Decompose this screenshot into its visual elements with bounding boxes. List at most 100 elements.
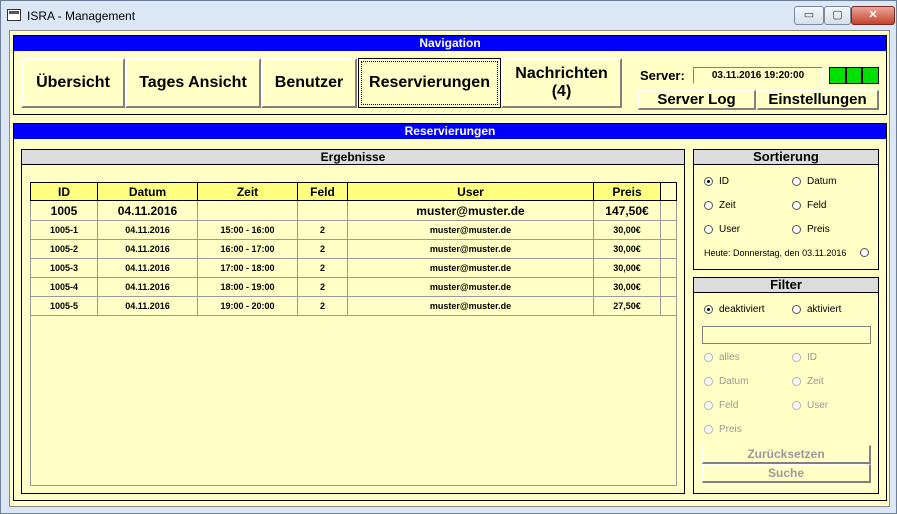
cell-zeit: 17:00 - 18:00	[197, 258, 298, 278]
table-row[interactable]: 1005-5 04.11.2016 19:00 - 20:00 2 muster…	[30, 296, 677, 316]
cell-preis: 27,50€	[593, 296, 661, 316]
server-label: Server:	[640, 68, 685, 83]
radio-icon	[704, 377, 713, 386]
nav-button-benutzer[interactable]: Benutzer	[261, 58, 357, 108]
sort-radio-id[interactable]: ID	[704, 176, 729, 187]
column-header-user[interactable]: User	[347, 182, 594, 201]
sort-label-zeit: Zeit	[719, 200, 736, 211]
cell-feld: 2	[297, 258, 348, 278]
column-header-preis[interactable]: Preis	[593, 182, 661, 201]
filter-field-label-id: ID	[807, 352, 817, 363]
results-panel: Ergebnisse ID Datum Zeit Feld User Preis…	[21, 149, 685, 494]
reset-button[interactable]: Zurücksetzen	[702, 445, 871, 464]
status-light-1	[829, 67, 846, 84]
cell-preis: 30,00€	[593, 277, 661, 297]
sort-radio-zeit[interactable]: Zeit	[704, 200, 736, 211]
results-header: Ergebnisse	[22, 150, 684, 165]
cell-zeit: 15:00 - 16:00	[197, 220, 298, 240]
filter-field-alles[interactable]: alles	[704, 352, 740, 363]
today-radio[interactable]	[860, 248, 875, 257]
radio-icon	[704, 353, 713, 362]
radio-icon	[704, 425, 713, 434]
sort-label-user: User	[719, 224, 741, 235]
cell-id: 1005-3	[30, 258, 98, 278]
filter-field-id[interactable]: ID	[792, 352, 817, 363]
sort-radio-datum[interactable]: Datum	[792, 176, 836, 187]
settings-button[interactable]: Einstellungen	[757, 90, 879, 110]
filter-field-label-zeit: Zeit	[807, 376, 824, 387]
cell-user: muster@muster.de	[347, 296, 594, 316]
radio-icon	[704, 225, 713, 234]
cell-zeit: 16:00 - 17:00	[197, 239, 298, 259]
minimize-button[interactable]: ▭	[794, 6, 824, 25]
nav-button-uebersicht[interactable]: Übersicht	[21, 58, 125, 108]
sort-radio-preis[interactable]: Preis	[792, 224, 830, 235]
cell-spacer	[660, 277, 677, 297]
sorting-panel: Sortierung ID Datum Zeit Feld User Preis…	[693, 149, 879, 270]
search-button[interactable]: Suche	[702, 464, 871, 483]
filter-radio-deaktiviert[interactable]: deaktiviert	[704, 304, 765, 315]
cell-id: 1005	[30, 200, 98, 221]
maximize-button[interactable]: ▢	[824, 6, 851, 25]
close-button[interactable]: ✕	[851, 6, 895, 25]
cell-datum: 04.11.2016	[97, 296, 198, 316]
sort-label-preis: Preis	[807, 224, 830, 235]
sorting-header: Sortierung	[694, 150, 878, 165]
cell-datum: 04.11.2016	[97, 239, 198, 259]
cell-id: 1005-5	[30, 296, 98, 316]
filter-field-label-feld: Feld	[719, 400, 739, 411]
table-header-row: ID Datum Zeit Feld User Preis	[30, 182, 677, 201]
filter-field-datum[interactable]: Datum	[704, 376, 748, 387]
radio-selected-icon	[704, 177, 713, 186]
cell-feld: 2	[297, 220, 348, 240]
table-row-main[interactable]: 1005 04.11.2016 muster@muster.de 147,50€	[30, 200, 677, 221]
cell-spacer	[660, 239, 677, 259]
column-header-zeit[interactable]: Zeit	[197, 182, 298, 201]
title-bar[interactable]: ISRA - Management ▭ ▢ ✕	[1, 1, 896, 31]
server-log-button[interactable]: Server Log	[638, 90, 756, 110]
table-row[interactable]: 1005-3 04.11.2016 17:00 - 18:00 2 muster…	[30, 258, 677, 278]
radio-icon	[704, 401, 713, 410]
filter-field-preis[interactable]: Preis	[704, 424, 742, 435]
filter-panel: Filter deaktiviert aktiviert alles ID Da…	[693, 277, 879, 494]
filter-field-user[interactable]: User	[792, 400, 828, 411]
radio-icon	[792, 305, 801, 314]
column-header-feld[interactable]: Feld	[297, 182, 348, 201]
filter-field-label-datum: Datum	[719, 376, 749, 387]
results-list-frame[interactable]	[30, 314, 677, 486]
server-status-indicator	[829, 67, 880, 84]
nav-button-tages-ansicht[interactable]: Tages Ansicht	[125, 58, 261, 108]
cell-datum: 04.11.2016	[97, 220, 198, 240]
server-time-field: 03.11.2016 19:20:00	[693, 67, 823, 84]
table-row[interactable]: 1005-2 04.11.2016 16:00 - 17:00 2 muster…	[30, 239, 677, 259]
table-row[interactable]: 1005-1 04.11.2016 15:00 - 16:00 2 muster…	[30, 220, 677, 240]
cell-spacer	[660, 296, 677, 316]
window-title: ISRA - Management	[27, 9, 136, 23]
nav-button-nachrichten[interactable]: Nachrichten (4)	[501, 58, 622, 108]
sort-radio-user[interactable]: User	[704, 224, 740, 235]
filter-field-zeit[interactable]: Zeit	[792, 376, 824, 387]
radio-icon	[792, 377, 801, 386]
cell-spacer	[660, 220, 677, 240]
radio-icon	[792, 353, 801, 362]
nav-button-reservierungen[interactable]: Reservierungen	[358, 58, 501, 108]
table-row[interactable]: 1005-4 04.11.2016 18:00 - 19:00 2 muster…	[30, 277, 677, 297]
cell-id: 1005-2	[30, 239, 98, 259]
cell-user: muster@muster.de	[347, 277, 594, 297]
cell-zeit: 18:00 - 19:00	[197, 277, 298, 297]
column-header-datum[interactable]: Datum	[97, 182, 198, 201]
cell-feld: 2	[297, 277, 348, 297]
cell-datum: 04.11.2016	[97, 200, 198, 221]
filter-field-feld[interactable]: Feld	[704, 400, 738, 411]
cell-preis: 30,00€	[593, 239, 661, 259]
cell-user: muster@muster.de	[347, 200, 594, 221]
filter-label-aktiviert: aktiviert	[807, 304, 842, 315]
filter-input[interactable]	[702, 326, 871, 344]
column-header-id[interactable]: ID	[30, 182, 98, 201]
cell-id: 1005-4	[30, 277, 98, 297]
sort-radio-feld[interactable]: Feld	[792, 200, 826, 211]
cell-preis: 30,00€	[593, 258, 661, 278]
filter-radio-aktiviert[interactable]: aktiviert	[792, 304, 841, 315]
reservations-panel: Reservierungen Ergebnisse ID Datum Zeit …	[13, 123, 887, 501]
column-header-spacer	[660, 182, 677, 201]
